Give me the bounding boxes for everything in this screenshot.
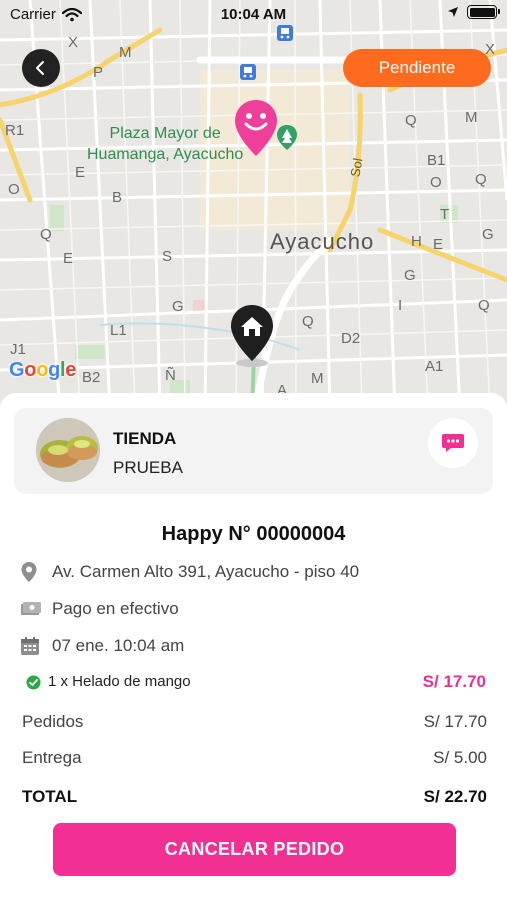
map-grid-label: A1 <box>425 358 444 375</box>
store-location-pin[interactable] <box>233 98 279 165</box>
delivery-location-pin[interactable] <box>229 303 275 374</box>
map-grid-label: E <box>63 250 74 267</box>
store-card[interactable]: TIENDA PRUEBA <box>14 408 493 494</box>
map-grid-label: T <box>440 206 450 223</box>
map-grid-label: P <box>93 64 104 81</box>
home-pin-icon <box>231 305 273 367</box>
map-grid-label: I <box>398 297 403 314</box>
location-pin-icon <box>20 561 44 583</box>
datetime-text: 07 ene. 10:04 am <box>52 636 185 655</box>
back-button[interactable] <box>22 49 60 87</box>
store-name: TIENDA <box>113 429 177 448</box>
map-city-label: Ayacucho <box>270 229 375 254</box>
delivery-value: S/ 5.00 <box>433 748 487 767</box>
map-street-label: Sol <box>347 156 366 179</box>
chevron-left-icon <box>36 61 44 75</box>
map-grid-label: S <box>162 248 173 265</box>
transit-icon <box>240 64 256 80</box>
map-grid-label: B <box>112 189 123 206</box>
map-grid-label: J1 <box>10 341 26 358</box>
order-item-row: 1 x Helado de mango S/ 17.70 <box>26 672 486 694</box>
total-value: S/ 22.70 <box>423 787 487 806</box>
map-grid-label: G <box>482 226 494 243</box>
map-grid-label: R1 <box>5 122 25 139</box>
subtotal-row: Pedidos S/ 17.70 <box>22 712 487 734</box>
item-text: 1 x Helado de mango <box>48 673 191 690</box>
smiley-pin-icon <box>235 100 277 156</box>
map-grid-label: L1 <box>110 322 127 339</box>
status-right <box>447 5 500 19</box>
map-grid-label: M <box>311 370 324 387</box>
google-logo: Google <box>9 359 77 381</box>
map-grid-label: O <box>430 174 442 191</box>
address-row: Av. Carmen Alto 391, Ayacucho - piso 40 <box>20 561 359 583</box>
map-grid-label: E <box>433 236 444 253</box>
cancel-order-button[interactable]: CANCELAR PEDIDO <box>53 823 456 876</box>
map-grid-label: B2 <box>82 369 101 386</box>
map-grid-label: G <box>172 298 184 315</box>
order-title: Happy N° 00000004 <box>161 523 346 545</box>
subtotal-label: Pedidos <box>22 712 84 731</box>
location-arrow-icon <box>448 7 458 17</box>
map-grid-label: Q <box>478 297 490 314</box>
calendar-icon <box>20 636 44 656</box>
map-grid-label: Q <box>302 313 314 330</box>
delivery-row: Entrega S/ 5.00 <box>22 748 487 770</box>
store-avatar <box>36 418 100 482</box>
map-grid-label: Ñ <box>165 367 176 384</box>
food-thumbnail-icon <box>36 418 100 482</box>
order-sheet: TIENDA PRUEBA Happy N° 00000004 Av. Carm… <box>0 393 507 900</box>
map-grid-label: E <box>75 164 86 181</box>
map-grid-label: M <box>119 44 132 61</box>
address-text: Av. Carmen Alto 391, Ayacucho - piso 40 <box>52 562 360 581</box>
chat-bubble-icon <box>442 434 464 452</box>
item-price: S/ 17.70 <box>422 672 486 691</box>
map-grid-label: X <box>68 34 79 51</box>
payment-row: Pago en efectivo <box>20 599 179 619</box>
map-grid-label: D2 <box>341 330 361 347</box>
check-circle-icon <box>26 675 41 690</box>
map-place-line2: Huamanga, Ayacucho <box>87 146 244 163</box>
battery-icon <box>467 5 500 19</box>
map-place-label: Plaza Mayor de Huamanga, Ayacucho <box>87 123 243 165</box>
map-place-line1: Plaza Mayor de <box>109 125 221 142</box>
status-bar: Carrier 10:04 AM <box>0 0 507 30</box>
subtotal-value: S/ 17.70 <box>423 712 487 731</box>
total-label: TOTAL <box>22 787 78 806</box>
map-grid-label: O <box>8 181 20 198</box>
map-grid-label: Q <box>475 171 487 188</box>
total-row: TOTAL S/ 22.70 <box>22 787 487 809</box>
park-icon <box>277 125 297 150</box>
datetime-row: 07 ene. 10:04 am <box>20 636 184 656</box>
store-subtitle: PRUEBA <box>113 458 183 477</box>
map-grid-label: Q <box>40 226 52 243</box>
map-grid-label: Q <box>405 112 417 129</box>
delivery-label: Entrega <box>22 748 82 767</box>
cash-icon <box>20 601 44 617</box>
chat-button[interactable] <box>428 418 478 468</box>
map-grid-label: B1 <box>427 152 446 169</box>
map-grid-label: G <box>404 267 416 284</box>
map-grid-label: M <box>465 109 478 126</box>
payment-text: Pago en efectivo <box>52 599 179 618</box>
clock: 10:04 AM <box>220 6 287 23</box>
order-detail-screen: X M P R1 O E B Q E S G L1 J1 B2 Ñ A M Q … <box>0 0 507 900</box>
order-status-badge: Pendiente <box>343 49 491 87</box>
map-grid-label: H <box>411 233 422 250</box>
